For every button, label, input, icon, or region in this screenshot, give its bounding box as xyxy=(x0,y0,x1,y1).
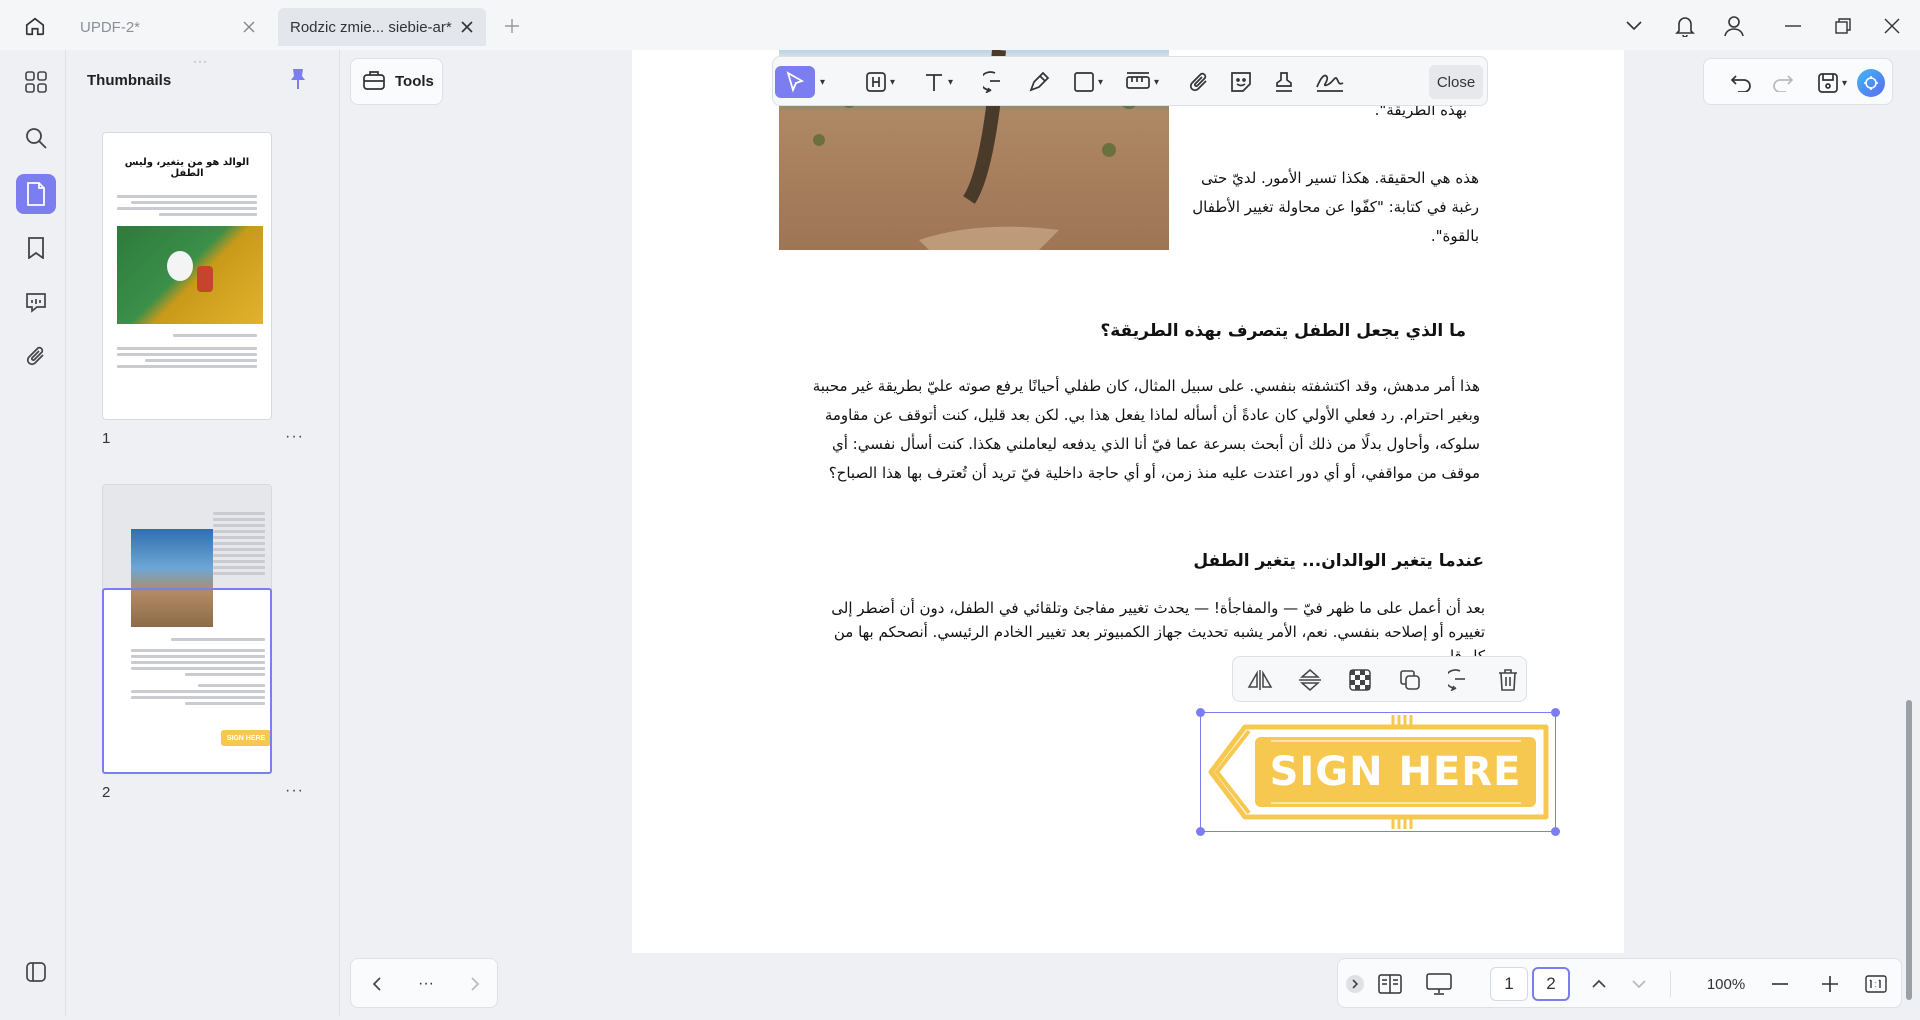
comment-tool-icon[interactable] xyxy=(983,66,1007,98)
thumbnails-icon[interactable] xyxy=(16,174,56,214)
actual-size-icon[interactable] xyxy=(1862,967,1890,1001)
page-1-button[interactable]: 1 xyxy=(1490,967,1528,1001)
undo-icon[interactable] xyxy=(1726,67,1756,99)
history-controls: ▾ xyxy=(1703,58,1893,105)
left-rail xyxy=(6,50,66,1016)
close-tab-icon[interactable] xyxy=(458,18,476,36)
shape-tool-icon[interactable]: ▾ xyxy=(1073,66,1103,98)
restore-icon[interactable] xyxy=(1829,12,1857,40)
flip-vertical-icon[interactable] xyxy=(1295,665,1325,695)
comment-icon[interactable] xyxy=(1445,665,1475,695)
more-button[interactable]: ··· xyxy=(411,967,441,1001)
title-bar: UPDF-2* Rodzic zmie... siebie-ar* xyxy=(0,0,1920,50)
redo-icon[interactable] xyxy=(1768,67,1798,99)
user-icon[interactable] xyxy=(1720,12,1748,40)
chevron-right-icon[interactable] xyxy=(463,967,487,1001)
zoom-out-icon[interactable] xyxy=(1766,967,1794,1001)
thumbnail-image xyxy=(117,226,263,324)
search-icon[interactable] xyxy=(16,118,56,158)
signature-tool-icon[interactable] xyxy=(1315,66,1345,98)
copy-icon[interactable] xyxy=(1395,665,1425,695)
tab-label: UPDF-2* xyxy=(80,18,141,36)
paragraph-2: هذا أمر مدهش، وقد اكتشفته بنفسي. على سبي… xyxy=(812,377,1480,482)
chevron-up-icon[interactable] xyxy=(1586,967,1612,1001)
delete-icon[interactable] xyxy=(1493,665,1523,695)
thumbnail-page-number: 2 xyxy=(102,784,111,801)
save-icon[interactable]: ▾ xyxy=(1810,67,1854,99)
home-icon[interactable] xyxy=(20,11,50,41)
panel-resize-grip[interactable]: ··· xyxy=(193,54,208,68)
chevron-down-icon[interactable] xyxy=(1626,967,1652,1001)
tools-label: Tools xyxy=(395,73,434,90)
close-toolbar-button[interactable]: Close xyxy=(1429,65,1483,99)
presentation-icon[interactable] xyxy=(1422,967,1456,1001)
ai-assistant-icon[interactable] xyxy=(1856,67,1886,99)
chevron-down-icon[interactable] xyxy=(1620,12,1648,40)
thumbnails-panel: ··· Thumbnails الوالد هو من يتغير، وليس … xyxy=(67,50,340,1016)
thumbnail-title: الوالد هو من يتغير، وليس الطفل xyxy=(124,157,250,179)
pin-icon[interactable] xyxy=(289,68,307,95)
collapse-icon[interactable] xyxy=(1344,967,1366,1001)
tools-icon xyxy=(363,70,385,94)
section-heading-1: ما الذي يجعل الطفل يتصرف بهذه الطريقة؟ xyxy=(1100,321,1466,341)
viewport-indicator[interactable] xyxy=(102,588,272,774)
page-thumbnail-1[interactable]: الوالد هو من يتغير، وليس الطفل xyxy=(102,132,272,420)
resize-handle[interactable] xyxy=(1196,827,1205,836)
highlight-tool-icon[interactable]: ▾ xyxy=(865,66,895,98)
tab-updf-2[interactable]: UPDF-2* xyxy=(68,8,268,46)
comment-icon[interactable] xyxy=(16,282,56,322)
minimize-icon[interactable] xyxy=(1779,12,1807,40)
sidebar-settings-icon[interactable] xyxy=(16,952,56,992)
flip-horizontal-icon[interactable] xyxy=(1245,665,1275,695)
resize-handle[interactable] xyxy=(1551,827,1560,836)
thumbnail-more-button[interactable]: ··· xyxy=(285,428,304,446)
page-layout-icon[interactable] xyxy=(1374,967,1406,1001)
grid-icon[interactable] xyxy=(16,62,56,102)
zoom-controls: 1 2 100% xyxy=(1337,958,1902,1008)
stamp-context-toolbar xyxy=(1232,656,1527,702)
bookmark-icon[interactable] xyxy=(16,228,56,268)
tab-label: Rodzic zmie... siebie-ar* xyxy=(290,18,452,36)
close-window-icon[interactable] xyxy=(1878,12,1906,40)
stamp-tool-icon[interactable] xyxy=(1273,66,1295,98)
thumbnail-more-button[interactable]: ··· xyxy=(285,782,304,800)
page-2-button[interactable]: 2 xyxy=(1532,967,1570,1001)
zoom-in-icon[interactable] xyxy=(1816,967,1844,1001)
divider xyxy=(1670,971,1671,997)
page-nav-controls: ··· xyxy=(350,958,498,1008)
panel-title: Thumbnails xyxy=(87,72,172,89)
select-tool-icon[interactable] xyxy=(775,66,815,98)
resize-handle[interactable] xyxy=(1196,708,1205,717)
sticker-tool-icon[interactable] xyxy=(1230,66,1252,98)
text-tool-icon[interactable]: ▾ xyxy=(923,66,953,98)
attach-tool-icon[interactable] xyxy=(1189,66,1209,98)
section-heading-2: عندما يتغير الوالدان... يتغير الطفل xyxy=(1193,551,1484,571)
select-dropdown-icon[interactable]: ▾ xyxy=(817,66,825,98)
vertical-scrollbar[interactable] xyxy=(1906,700,1912,1000)
stamp-text: SIGN HERE xyxy=(1269,749,1522,795)
new-tab-icon[interactable] xyxy=(498,12,526,40)
close-tab-icon[interactable] xyxy=(240,18,258,36)
tools-button[interactable]: Tools xyxy=(350,58,443,105)
resize-handle[interactable] xyxy=(1551,708,1560,717)
opacity-icon[interactable] xyxy=(1345,665,1375,695)
sign-here-stamp[interactable]: SIGN HERE xyxy=(1196,708,1560,836)
annotation-toolbar: ▾ ▾ ▾ ▾ ▾ Close xyxy=(772,56,1488,106)
chevron-left-icon[interactable] xyxy=(365,967,389,1001)
pen-tool-icon[interactable] xyxy=(1028,66,1050,98)
tab-rodzic[interactable]: Rodzic zmie... siebie-ar* xyxy=(278,8,486,46)
paragraph-1: هذه هي الحقيقة. هكذا تسير الأمور. لديّ ح… xyxy=(1192,169,1479,245)
measure-tool-icon[interactable]: ▾ xyxy=(1125,66,1159,98)
zoom-level[interactable]: 100% xyxy=(1698,967,1754,1001)
bell-icon[interactable] xyxy=(1671,12,1699,40)
attachment-icon[interactable] xyxy=(16,336,56,376)
thumbnail-page-number: 1 xyxy=(102,430,111,447)
